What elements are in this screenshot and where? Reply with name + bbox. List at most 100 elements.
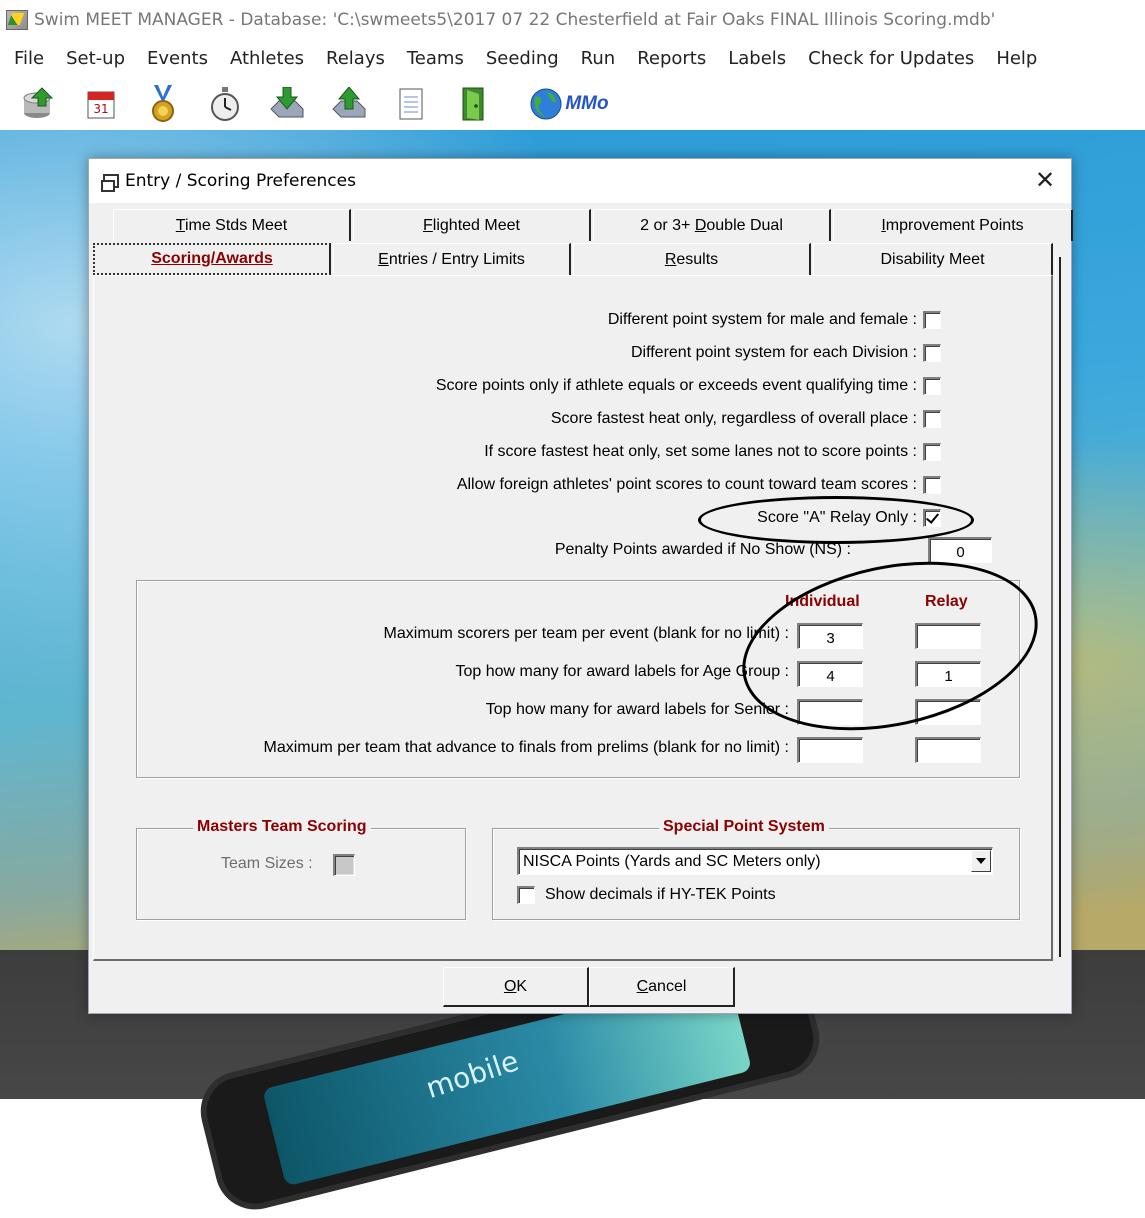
option-division-points[interactable]: Different point system for each Division… [631, 342, 941, 364]
tab-disability-meet[interactable]: Disability Meet [813, 243, 1053, 275]
senior-awards-individual-input[interactable] [797, 699, 863, 725]
penalty-points-label-row: Penalty Points awarded if No Show (NS) : [555, 539, 851, 561]
menu-help[interactable]: Help [992, 46, 1041, 71]
database-export-button[interactable] [18, 83, 60, 125]
option-label: Different point system for male and fema… [607, 311, 917, 328]
tab-flighted-meet[interactable]: Flighted Meet [353, 209, 591, 241]
notepad-button[interactable] [390, 83, 432, 125]
option-lanes-not-score[interactable]: If score fastest heat only, set some lan… [484, 441, 941, 463]
option-checkbox[interactable] [923, 344, 941, 362]
option-checkbox[interactable] [923, 509, 941, 527]
masters-team-scoring-group: Masters Team Scoring Team Sizes : [136, 818, 466, 920]
calendar-button[interactable]: 31 [80, 83, 122, 125]
option-checkbox[interactable] [923, 410, 941, 428]
window-title: Swim MEET MANAGER - Database: 'C:\swmeet… [34, 10, 996, 30]
ok-button[interactable]: OK [443, 967, 589, 1007]
tab-label: Disability Meet [880, 250, 985, 268]
cancel-button[interactable]: Cancel [589, 967, 735, 1007]
mmo-label: MMo [565, 93, 609, 114]
cancel-button-label: Cancel [636, 977, 687, 995]
option-score-a-relay-only[interactable]: Score "A" Relay Only : [757, 507, 941, 529]
senior-awards-relay-input[interactable] [915, 699, 981, 725]
team-sizes-button[interactable] [333, 854, 355, 876]
age-group-awards-individual-input[interactable]: 4 [797, 661, 863, 687]
svg-text:31: 31 [93, 102, 108, 116]
tab-label: Flighted Meet [423, 216, 520, 234]
advance-to-finals-label: Maximum per team that advance to finals … [263, 739, 789, 756]
tab-results[interactable]: Results [573, 243, 811, 275]
relay-column-header: Relay [925, 593, 968, 610]
tab-improvement-points[interactable]: Improvement Points [833, 209, 1073, 241]
stopwatch-button[interactable] [204, 83, 246, 125]
special-point-system-select[interactable]: NISCA Points (Yards and SC Meters only) [517, 847, 993, 875]
tab-label: 2 or 3+ Double Dual [640, 216, 783, 234]
senior-awards-label: Top how many for award labels for Senior… [485, 701, 789, 718]
menu-seeding[interactable]: Seeding [482, 46, 563, 71]
tab-label: Results [664, 250, 719, 268]
window-titlebar: Swim MEET MANAGER - Database: 'C:\swmeet… [0, 0, 1145, 40]
tab-scoring-awards[interactable]: Scoring/Awards [93, 243, 331, 275]
menu-check-for-updates[interactable]: Check for Updates [804, 46, 978, 71]
option-checkbox[interactable] [923, 377, 941, 395]
scoring-limits-group: Individual Relay Maximum scorers per tea… [136, 580, 1020, 778]
import-button[interactable] [266, 83, 308, 125]
menu-labels[interactable]: Labels [724, 46, 790, 71]
export-button[interactable] [328, 83, 370, 125]
close-icon[interactable]: ✕ [1031, 167, 1059, 195]
tab-time-stds-meet[interactable]: Time Stds Meet [113, 209, 351, 241]
option-checkbox[interactable] [923, 476, 941, 494]
chevron-down-icon[interactable] [971, 850, 991, 872]
option-label: Score fastest heat only, regardless of o… [550, 410, 917, 427]
show-decimals-option[interactable]: Show decimals if HY-TEK Points [517, 884, 776, 906]
notepad-icon [399, 88, 423, 120]
dialog-title: Entry / Scoring Preferences [125, 171, 356, 191]
tab-label: Time Stds Meet [175, 216, 288, 234]
tab-label: Entries / Entry Limits [378, 250, 525, 268]
option-checkbox[interactable] [923, 311, 941, 329]
masters-team-scoring-title: Masters Team Scoring [193, 818, 371, 836]
max-scorers-individual-input[interactable]: 3 [797, 623, 863, 649]
dialog-window-icon [101, 174, 119, 192]
mmo-button[interactable]: MMo [514, 83, 624, 125]
export-icon [332, 87, 366, 118]
penalty-points-label: Penalty Points awarded if No Show (NS) : [554, 541, 851, 558]
menu-set-up[interactable]: Set-up [62, 46, 129, 71]
tab-double-dual[interactable]: 2 or 3+ Double Dual [593, 209, 831, 241]
menu-file[interactable]: File [10, 46, 48, 71]
option-label: Score points only if athlete equals or e… [435, 377, 917, 394]
show-decimals-checkbox[interactable] [517, 886, 535, 904]
menu-events[interactable]: Events [143, 46, 212, 71]
max-scorers-label: Maximum scorers per team per event (blan… [383, 625, 789, 642]
penalty-points-input[interactable]: 0 [928, 537, 992, 563]
exit-button[interactable] [452, 83, 494, 125]
tab-entries-entry-limits[interactable]: Entries / Entry Limits [333, 243, 571, 275]
dialog-titlebar: Entry / Scoring Preferences ✕ [89, 159, 1071, 203]
menu-reports[interactable]: Reports [633, 46, 710, 71]
tab-label: Improvement Points [881, 216, 1024, 234]
team-sizes-label: Team Sizes : [221, 855, 313, 872]
tab-panel-edge [1055, 257, 1061, 957]
max-scorers-relay-input[interactable] [915, 623, 981, 649]
import-icon [270, 87, 304, 118]
age-group-awards-relay-input[interactable]: 1 [915, 661, 981, 687]
option-qualifying-time-points[interactable]: Score points only if athlete equals or e… [436, 375, 941, 397]
menu-teams[interactable]: Teams [403, 46, 468, 71]
menu-athletes[interactable]: Athletes [226, 46, 308, 71]
exit-door-icon [462, 87, 484, 121]
option-foreign-athletes[interactable]: Allow foreign athletes' point scores to … [457, 474, 941, 496]
menu-relays[interactable]: Relays [322, 46, 389, 71]
database-export-icon [23, 87, 54, 118]
phone-screen-text: mobile [422, 1044, 523, 1105]
option-label: If score fastest heat only, set some lan… [484, 443, 917, 460]
option-checkbox[interactable] [923, 443, 941, 461]
tab-label: Scoring/Awards [151, 250, 273, 267]
menu-run[interactable]: Run [577, 46, 620, 71]
special-point-system-title: Special Point System [659, 818, 829, 836]
advance-to-finals-individual-input[interactable] [797, 737, 863, 763]
medal-button[interactable] [142, 83, 184, 125]
option-male-female-points[interactable]: Different point system for male and fema… [608, 309, 941, 331]
globe-icon [530, 88, 562, 120]
option-label: Allow foreign athletes' point scores to … [456, 476, 917, 493]
option-fastest-heat-only[interactable]: Score fastest heat only, regardless of o… [551, 408, 941, 430]
advance-to-finals-relay-input[interactable] [915, 737, 981, 763]
